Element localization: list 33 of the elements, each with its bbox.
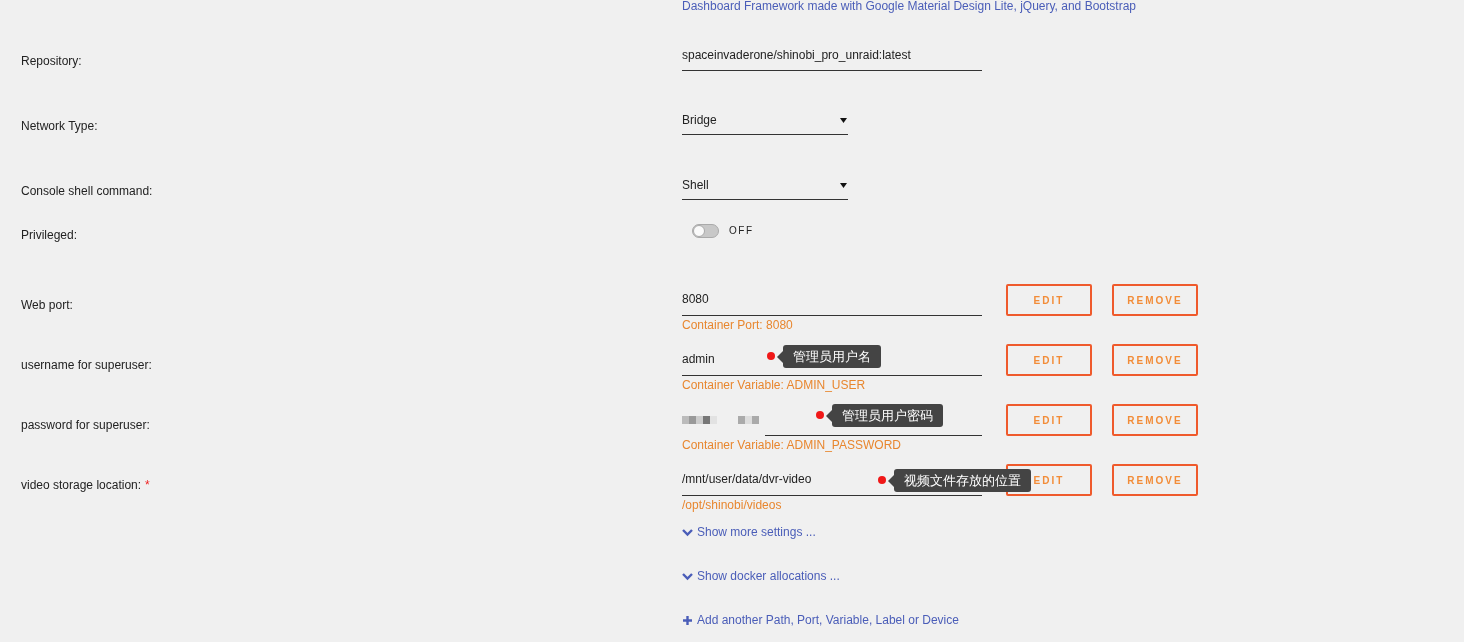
select-field[interactable]: Shell [682, 170, 848, 200]
field-label: video storage location: [21, 478, 142, 492]
field-hint: Container Port: 8080 [682, 317, 794, 333]
tooltip: 管理员用户密码 [826, 404, 943, 427]
dropdown-arrow-icon [840, 183, 847, 188]
field-hint: Container Variable: ADMIN_PASSWORD [682, 437, 902, 453]
text-field[interactable]: spaceinvaderone/shinobi_pro_unraid:latest [682, 40, 982, 71]
field-label: Network Type: [21, 119, 98, 133]
field-label: password for superuser: [21, 418, 150, 432]
field-hint: /opt/shinobi/videos [682, 497, 783, 513]
dropdown-arrow-icon [840, 118, 847, 123]
expand-link[interactable]: Show more settings ... [697, 524, 816, 540]
toggle-state: OFF [729, 224, 754, 238]
chevron-down-icon [682, 526, 693, 538]
field-label: Web port: [21, 298, 73, 312]
field-label: Privileged: [21, 228, 78, 242]
field-hint: Container Variable: ADMIN_USER [682, 377, 867, 393]
plus-icon [682, 614, 693, 626]
expand-link[interactable]: Show docker allocations ... [697, 568, 840, 584]
select-field[interactable]: Bridge [682, 105, 848, 135]
field-label: username for superuser: [21, 358, 152, 372]
framework-note: Dashboard Framework made with Google Material Design Lite, jQuery, and Bootstrap [682, 0, 1136, 14]
field-label: Repository: [21, 54, 82, 68]
tooltip: 管理员用户名 [777, 345, 881, 368]
select-value: Shell [682, 177, 709, 193]
text-field[interactable]: 8080 [682, 284, 982, 316]
select-value: Bridge [682, 112, 717, 128]
tooltip: 视频文件存放的位置 [888, 469, 1031, 492]
field-label: Console shell command: [21, 184, 153, 198]
chevron-down-icon [682, 570, 693, 582]
toggle-switch[interactable] [692, 223, 719, 238]
required-mark: * [145, 478, 150, 492]
add-link[interactable]: Add another Path, Port, Variable, Label or Device [697, 612, 959, 628]
